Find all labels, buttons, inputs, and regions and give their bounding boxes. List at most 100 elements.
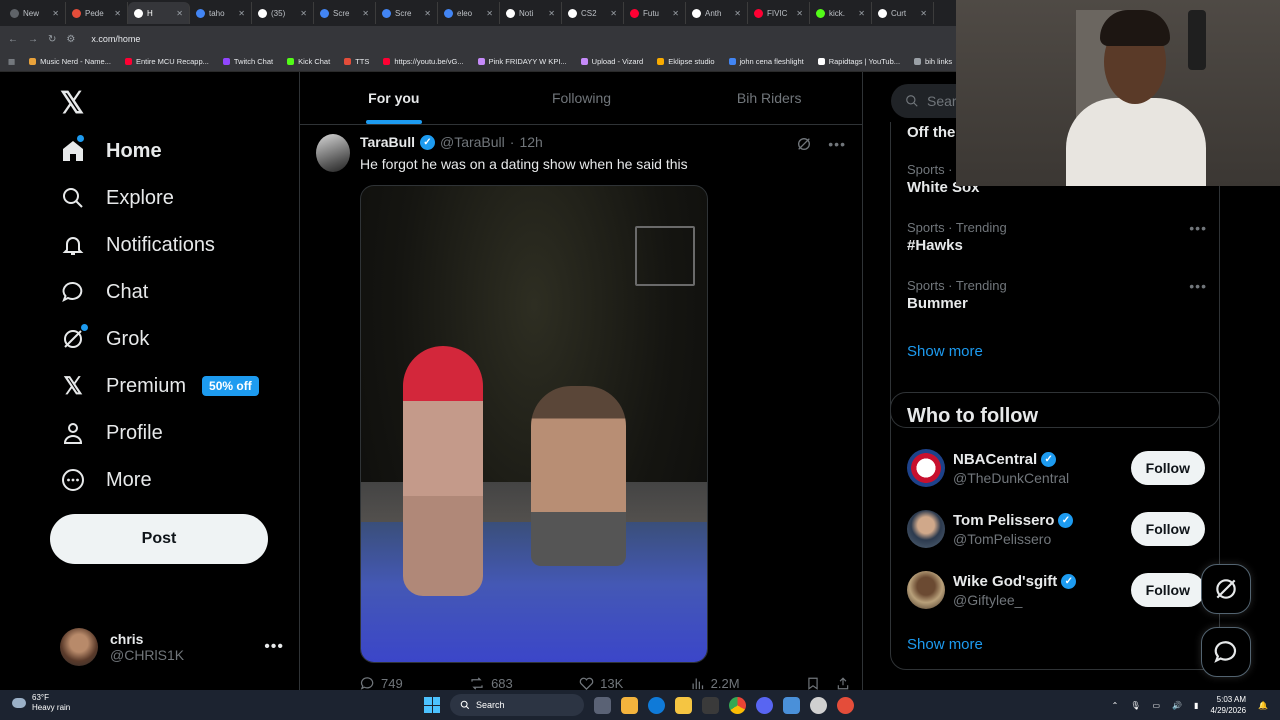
nav-grok[interactable]: Grok (60, 324, 149, 352)
close-icon[interactable]: ✕ (486, 9, 493, 18)
edge-icon[interactable] (648, 696, 665, 714)
apps-icon[interactable]: ▦ (8, 57, 15, 66)
bookmark-icon[interactable] (806, 676, 820, 691)
browser-tab[interactable]: Noti ✕ (500, 2, 562, 24)
tab-following[interactable]: Following (488, 72, 676, 124)
network-icon[interactable]: ▭ (1153, 701, 1161, 710)
close-icon[interactable]: ✕ (52, 9, 59, 18)
close-icon[interactable]: ✕ (362, 9, 369, 18)
close-icon[interactable]: ✕ (610, 9, 617, 18)
taskbar-search[interactable]: Search (450, 694, 584, 716)
windows-start-icon[interactable] (424, 697, 440, 713)
messages-fab-button[interactable] (1201, 627, 1251, 677)
bookmark-item[interactable]: Twitch Chat (222, 57, 273, 66)
who-to-follow-show-more-link[interactable]: Show more (907, 636, 983, 653)
copilot-icon[interactable] (621, 696, 638, 714)
follow-suggestion[interactable]: Tom Pelissero ✓ @TomPelissero Follow (907, 504, 1205, 554)
bookmark-item[interactable]: https://youtu.be/vG... (383, 57, 464, 66)
nav-profile[interactable]: Profile (60, 420, 163, 446)
more-dots-icon[interactable]: ••• (264, 638, 284, 656)
close-icon[interactable]: ✕ (672, 9, 679, 18)
follow-button[interactable]: Follow (1130, 573, 1205, 607)
close-icon[interactable]: ✕ (424, 9, 431, 18)
browser-tab[interactable]: Futu ✕ (624, 2, 686, 24)
nav-explore[interactable]: Explore (60, 185, 174, 211)
close-icon[interactable]: ✕ (238, 9, 245, 18)
bookmark-item[interactable]: Entire MCU Recapp... (124, 57, 209, 66)
nav-notifications[interactable]: Notifications (60, 232, 215, 258)
back-icon[interactable]: ← (8, 34, 18, 45)
browser-tab[interactable]: (35) ✕ (252, 2, 314, 24)
browser-tab[interactable]: New ✕ (4, 2, 66, 24)
chrome-icon[interactable] (729, 696, 746, 714)
browser-tab[interactable]: kick. ✕ (810, 2, 872, 24)
trend-item[interactable]: Sports · Trending Bummer ••• (907, 278, 1207, 312)
notepad-icon[interactable] (783, 696, 800, 714)
repost-button[interactable]: 683 (469, 676, 513, 691)
close-icon[interactable]: ✕ (796, 9, 803, 18)
browser-tab[interactable]: FIVIC ✕ (748, 2, 810, 24)
close-icon[interactable]: ✕ (920, 9, 927, 18)
follow-button[interactable]: Follow (1130, 451, 1205, 485)
tab-bih-riders[interactable]: Bih Riders (675, 72, 863, 124)
more-dots-icon[interactable]: ••• (1189, 278, 1207, 294)
post-button[interactable]: Post (50, 514, 268, 564)
trend-item[interactable]: Sports · Trending #Hawks ••• (907, 220, 1207, 254)
bookmark-item[interactable]: Music Nerd - Name... (29, 57, 111, 66)
close-icon[interactable]: ✕ (734, 9, 741, 18)
browser-tab[interactable]: Scre ✕ (376, 2, 438, 24)
tweet-video[interactable] (360, 185, 708, 663)
follow-suggestion[interactable]: Wike God'sgift ✓ @Giftylee_ Follow (907, 565, 1205, 615)
tweet-author-name[interactable]: TaraBull (360, 134, 415, 150)
task-view-icon[interactable] (594, 696, 611, 714)
store-icon[interactable] (702, 696, 719, 714)
app-icon[interactable] (837, 696, 854, 714)
volume-icon[interactable]: 🔊 (1172, 701, 1182, 710)
browser-tab[interactable]: H ✕ (128, 2, 190, 24)
nav-more[interactable]: More (60, 467, 152, 493)
close-icon[interactable]: ✕ (548, 9, 555, 18)
more-dots-icon[interactable]: ••• (1189, 220, 1207, 236)
browser-tab[interactable]: eleo ✕ (438, 2, 500, 24)
grok-icon[interactable] (796, 136, 812, 155)
share-icon[interactable] (836, 676, 850, 691)
taskbar-clock[interactable]: 5:03 AM 4/29/2026 (1210, 694, 1246, 716)
follow-suggestion[interactable]: NBACentral ✓ @TheDunkCentral Follow (907, 443, 1205, 493)
account-switcher[interactable]: chris @CHRlS1K ••• (60, 628, 284, 666)
nav-chat[interactable]: Chat (60, 279, 148, 305)
discord-icon[interactable] (756, 696, 773, 714)
x-logo-icon[interactable]: 𝕏 (60, 86, 84, 121)
close-icon[interactable]: ✕ (300, 9, 307, 18)
browser-tab[interactable]: Anth ✕ (686, 2, 748, 24)
bookmark-item[interactable]: john cena fleshlight (728, 57, 804, 66)
trends-show-more-link[interactable]: Show more (907, 343, 983, 360)
tweet-author-handle[interactable]: @TaraBull (440, 134, 505, 150)
obs-icon[interactable] (810, 696, 827, 714)
browser-tab[interactable]: Pede ✕ (66, 2, 128, 24)
nav-home[interactable]: Home (60, 135, 162, 164)
battery-icon[interactable]: ▮ (1194, 701, 1198, 710)
grok-fab-button[interactable] (1201, 564, 1251, 614)
browser-tab[interactable]: Scre ✕ (314, 2, 376, 24)
nav-premium[interactable]: 𝕏 Premium 50% off (60, 373, 259, 400)
follow-button[interactable]: Follow (1130, 512, 1205, 546)
weather-widget[interactable]: 63°F Heavy rain (12, 693, 70, 713)
more-dots-icon[interactable]: ••• (828, 136, 846, 155)
tweet-time[interactable]: 12h (519, 134, 542, 150)
reload-icon[interactable]: ↻ (48, 34, 56, 45)
browser-tab[interactable]: taho ✕ (190, 2, 252, 24)
bookmark-item[interactable]: Rapidtags | YouTub... (817, 57, 900, 66)
forward-icon[interactable]: → (28, 34, 38, 45)
bookmark-item[interactable]: TTS (344, 57, 369, 66)
close-icon[interactable]: ✕ (114, 9, 121, 18)
browser-tab[interactable]: CS2 ✕ (562, 2, 624, 24)
tab-for-you[interactable]: For you (300, 72, 488, 124)
browser-tab[interactable]: Curt ✕ (872, 2, 934, 24)
site-info-icon[interactable]: ⚙ (66, 34, 75, 45)
views-button[interactable]: 2.2M (690, 676, 740, 691)
reply-button[interactable]: 749 (360, 676, 403, 691)
bookmark-item[interactable]: Kick Chat (287, 57, 330, 66)
close-icon[interactable]: ✕ (176, 9, 183, 18)
close-icon[interactable]: ✕ (858, 9, 865, 18)
chevron-up-icon[interactable]: ⌃ (1112, 701, 1119, 710)
